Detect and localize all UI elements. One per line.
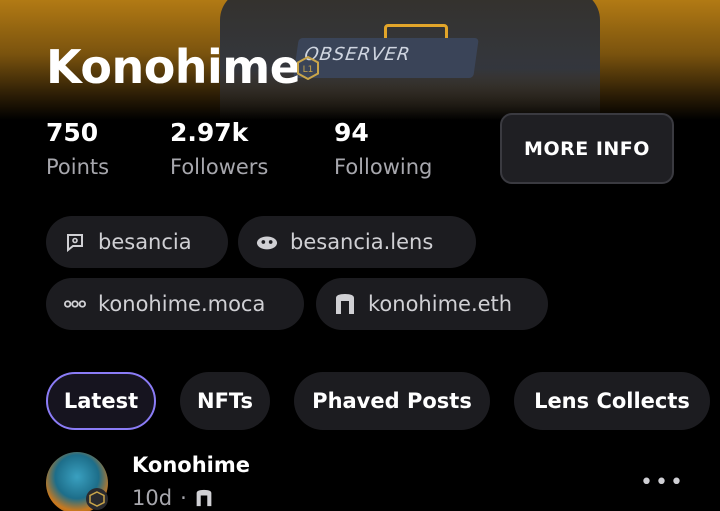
lens-icon bbox=[256, 231, 278, 253]
stat-following[interactable]: 94 Following bbox=[334, 118, 432, 179]
level-badge-icon: L1 bbox=[297, 56, 319, 80]
ens-arch-icon bbox=[334, 293, 356, 315]
tab-phaved-posts[interactable]: Phaved Posts bbox=[294, 372, 490, 430]
stat-points: 750 Points bbox=[46, 118, 109, 179]
chat-bubble-icon bbox=[64, 231, 86, 253]
handle-chip-lens[interactable]: besancia.lens bbox=[238, 216, 476, 268]
stat-following-label: Following bbox=[334, 155, 433, 179]
stat-points-value: 750 bbox=[46, 118, 99, 147]
handle-label: konohime.moca bbox=[98, 292, 266, 316]
avatar-level-badge-icon bbox=[86, 488, 108, 510]
stat-points-label: Points bbox=[46, 155, 110, 179]
handle-label: konohime.eth bbox=[368, 292, 513, 316]
stat-followers[interactable]: 2.97k Followers bbox=[170, 118, 268, 179]
level-badge-text: L1 bbox=[303, 65, 314, 75]
tab-lens-collects[interactable]: Lens Collects bbox=[514, 372, 710, 430]
banner-plate: OBSERVER bbox=[293, 38, 479, 78]
post-meta-separator: · bbox=[180, 486, 187, 510]
profile-name: Konohime bbox=[46, 40, 301, 94]
post-menu-button[interactable]: ••• bbox=[640, 470, 685, 495]
post-meta: 10d · bbox=[132, 486, 213, 510]
stat-followers-value: 2.97k bbox=[170, 118, 249, 147]
moca-dots-icon bbox=[64, 293, 86, 315]
post-author-name[interactable]: Konohime bbox=[132, 453, 250, 477]
handle-label: besancia.lens bbox=[290, 230, 434, 254]
handle-chip-besancia[interactable]: besancia bbox=[46, 216, 228, 268]
handle-chip-ens[interactable]: konohime.eth bbox=[316, 278, 548, 330]
handle-chip-moca[interactable]: konohime.moca bbox=[46, 278, 304, 330]
post-time: 10d bbox=[132, 486, 173, 510]
tab-latest[interactable]: Latest bbox=[46, 372, 156, 430]
more-info-button[interactable]: MORE INFO bbox=[500, 113, 674, 184]
handle-label: besancia bbox=[98, 230, 192, 254]
ens-arch-icon bbox=[196, 489, 212, 507]
tab-nfts[interactable]: NFTs bbox=[180, 372, 270, 430]
stat-followers-label: Followers bbox=[170, 155, 269, 179]
stat-following-value: 94 bbox=[334, 118, 369, 147]
